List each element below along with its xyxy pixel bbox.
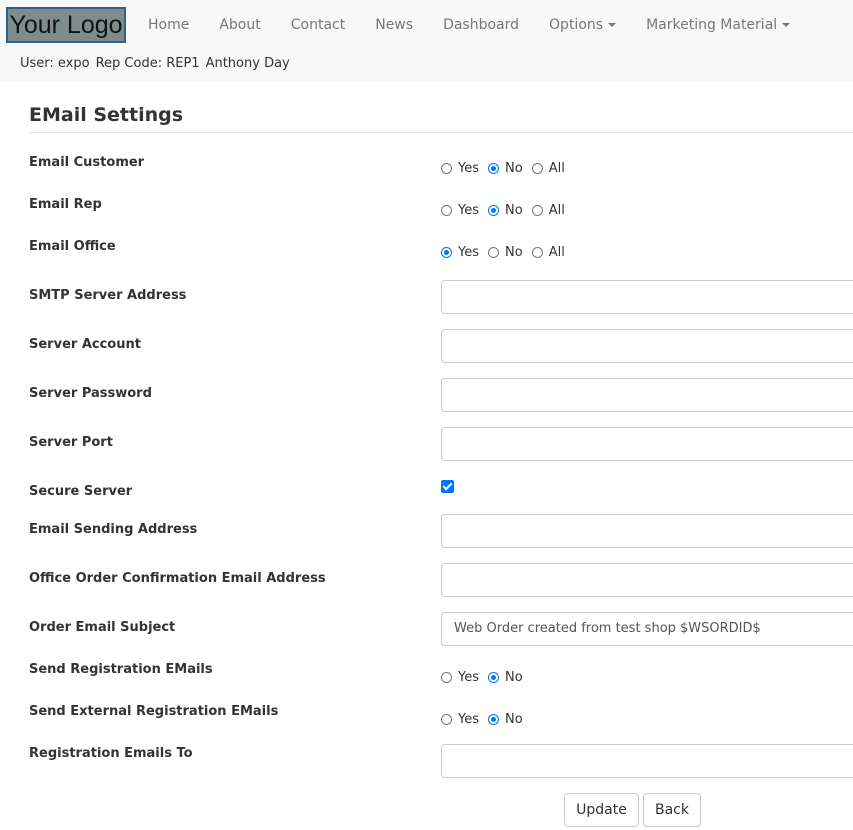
server-password-input[interactable] (441, 378, 853, 412)
rep-code: Rep Code: REP1 (95, 56, 200, 71)
send-reg-no-radio[interactable] (488, 672, 499, 683)
option-no-label: No (505, 203, 523, 218)
navbar: Your Logo Home About Contact News Dashbo… (0, 0, 853, 82)
option-yes-label: Yes (458, 712, 479, 727)
send-reg-yes-radio[interactable] (441, 672, 452, 683)
server-port-input[interactable] (441, 427, 853, 461)
sending-address-label: Email Sending Address (29, 522, 198, 537)
nav-options[interactable]: Options (549, 0, 617, 50)
option-no-label: No (505, 245, 523, 260)
option-no-label: No (505, 161, 523, 176)
secure-server-checkbox[interactable] (441, 480, 454, 493)
back-button[interactable]: Back (643, 793, 701, 827)
server-port-label: Server Port (29, 435, 113, 450)
caret-down-icon (782, 23, 791, 27)
user-name: Anthony Day (205, 56, 290, 71)
order-subject-label: Order Email Subject (29, 620, 176, 635)
send-ext-reg-radios: Yes No (441, 712, 532, 727)
email-customer-no-radio[interactable] (488, 163, 499, 174)
option-yes-label: Yes (458, 670, 479, 685)
option-no-label: No (505, 712, 523, 727)
email-rep-all-radio[interactable] (531, 205, 543, 216)
server-password-label: Server Password (29, 386, 152, 401)
nav-contact[interactable]: Contact (291, 0, 345, 50)
option-all-label: All (548, 203, 565, 218)
nav-about[interactable]: About (219, 0, 260, 50)
option-yes-label: Yes (458, 161, 479, 176)
email-customer-label: Email Customer (29, 155, 145, 170)
nav-marketing-label: Marketing Material (646, 17, 778, 33)
server-account-input[interactable] (441, 329, 853, 363)
sending-address-input[interactable] (441, 514, 853, 548)
nav-news[interactable]: News (375, 0, 413, 50)
option-no-label: No (505, 670, 523, 685)
nav-options-label: Options (549, 17, 604, 33)
caret-down-icon (608, 23, 617, 27)
reg-to-input[interactable] (441, 744, 853, 778)
option-yes-label: Yes (458, 203, 479, 218)
smtp-server-label: SMTP Server Address (29, 288, 187, 303)
secure-server-label: Secure Server (29, 484, 133, 499)
reg-to-label: Registration Emails To (29, 746, 193, 761)
send-reg-radios: Yes No (441, 670, 532, 685)
user-label: User: expo (20, 56, 90, 71)
email-office-label: Email Office (29, 239, 116, 254)
logo[interactable]: Your Logo (6, 7, 126, 43)
send-ext-reg-no-radio[interactable] (488, 714, 499, 725)
user-info: User: expo Rep Code: REP1 Anthony Day (20, 56, 296, 71)
email-customer-yes-radio[interactable] (441, 163, 452, 174)
order-subject-input[interactable]: Web Order created from test shop $WSORDI… (441, 612, 853, 646)
email-office-radios: Yes No All (441, 245, 574, 260)
email-customer-all-radio[interactable] (531, 163, 543, 174)
option-all-label: All (548, 245, 565, 260)
office-confirm-input[interactable] (441, 563, 853, 597)
nav-dashboard[interactable]: Dashboard (443, 0, 519, 50)
email-rep-no-radio[interactable] (488, 205, 499, 216)
email-office-all-radio[interactable] (531, 247, 543, 258)
send-ext-reg-yes-radio[interactable] (441, 714, 452, 725)
office-confirm-label: Office Order Confirmation Email Address (29, 571, 326, 586)
option-all-label: All (548, 161, 565, 176)
email-office-yes-radio[interactable] (441, 247, 452, 258)
nav-marketing[interactable]: Marketing Material (646, 0, 791, 50)
email-rep-label: Email Rep (29, 197, 102, 212)
nav-menu: Home About Contact News Dashboard Option… (148, 0, 820, 50)
update-button[interactable]: Update (564, 793, 639, 827)
server-account-label: Server Account (29, 337, 141, 352)
send-reg-label: Send Registration EMails (29, 662, 213, 677)
option-yes-label: Yes (458, 245, 479, 260)
email-rep-yes-radio[interactable] (441, 205, 452, 216)
email-office-no-radio[interactable] (488, 247, 499, 258)
divider (29, 132, 853, 133)
email-rep-radios: Yes No All (441, 203, 574, 218)
page-title: EMail Settings (29, 104, 184, 126)
nav-home[interactable]: Home (148, 0, 189, 50)
send-ext-reg-label: Send External Registration EMails (29, 704, 279, 719)
email-customer-radios: Yes No All (441, 161, 574, 176)
smtp-server-input[interactable] (441, 280, 853, 314)
